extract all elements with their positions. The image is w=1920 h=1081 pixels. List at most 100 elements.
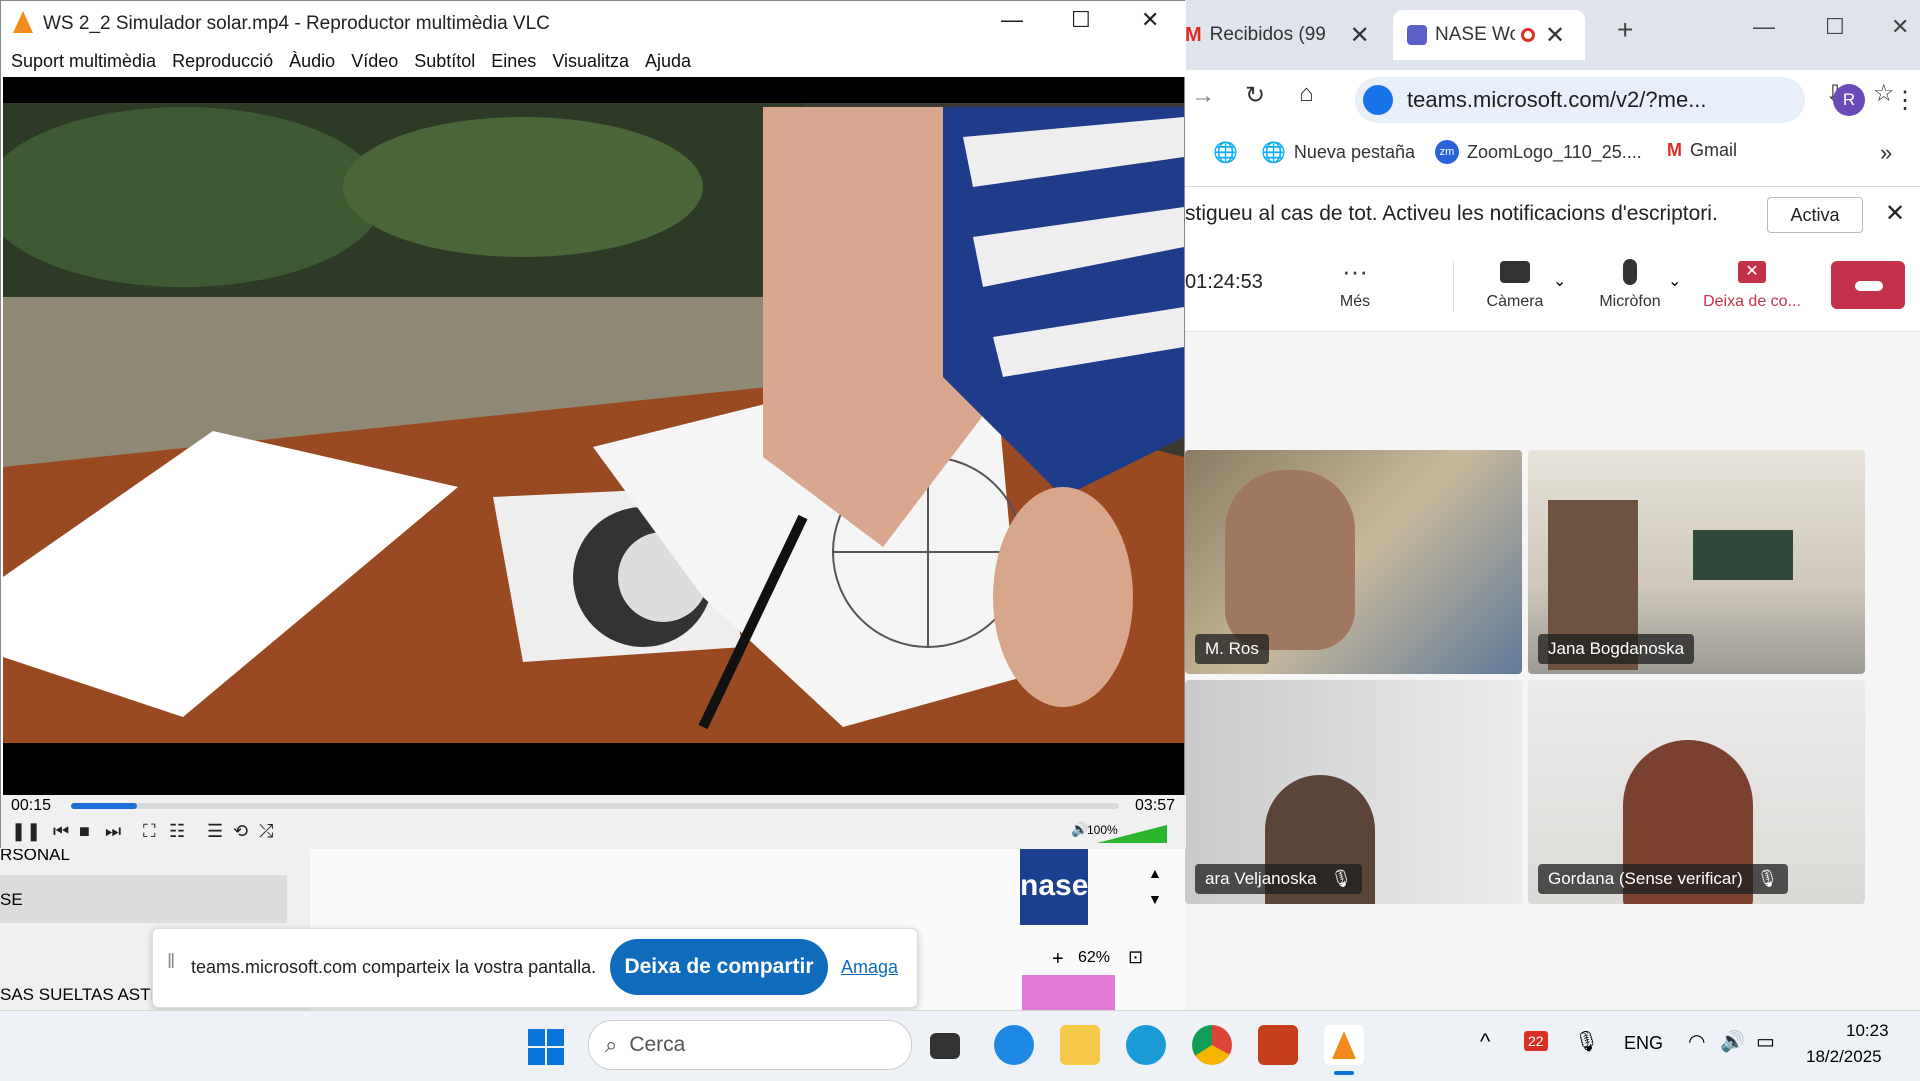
tab-gmail[interactable]: M Recibidos (99 ✕ bbox=[1185, 10, 1380, 60]
maximize-icon[interactable]: ☐ bbox=[1825, 14, 1845, 40]
bookmarks-overflow-icon[interactable]: » bbox=[1880, 140, 1892, 166]
more-label: Més bbox=[1339, 293, 1371, 310]
minimize-icon[interactable]: — bbox=[1001, 7, 1023, 33]
bookmark-zoom[interactable]: zm ZoomLogo_110_25.... bbox=[1435, 140, 1642, 164]
shuffle-icon[interactable]: ⤮ bbox=[259, 821, 273, 842]
edge-icon[interactable] bbox=[1126, 1025, 1166, 1065]
chevron-down-icon[interactable]: ⌄ bbox=[1553, 271, 1566, 291]
volume-icon[interactable]: 🔊 bbox=[1071, 821, 1088, 838]
recording-icon bbox=[1521, 28, 1535, 42]
taskbar-search[interactable]: ⌕ Cerca bbox=[588, 1020, 912, 1070]
drag-handle-icon[interactable]: ‖ bbox=[167, 951, 175, 974]
pause-icon[interactable]: ❚❚ bbox=[11, 821, 41, 842]
hide-link[interactable]: Amaga bbox=[841, 957, 898, 978]
notification-text: stigueu al cas de tot. Activeu les notif… bbox=[1185, 202, 1718, 225]
menu-tools[interactable]: Eines bbox=[491, 51, 536, 72]
tab-teams[interactable]: NASE Wo ✕ bbox=[1393, 10, 1585, 60]
playlist-icon[interactable]: ☰ bbox=[207, 821, 223, 842]
microphone-button[interactable]: Micròfon bbox=[1585, 259, 1675, 311]
menu-subtitle[interactable]: Subtítol bbox=[414, 51, 475, 72]
participant-tile[interactable]: Jana Bogdanoska bbox=[1528, 450, 1865, 674]
thunderbird-icon[interactable] bbox=[994, 1025, 1034, 1065]
volume-slider[interactable] bbox=[1097, 825, 1167, 843]
previous-icon[interactable]: ⏮ bbox=[53, 821, 69, 842]
plants bbox=[343, 117, 703, 257]
gmail-icon: M bbox=[1667, 140, 1682, 160]
meeting-toolbar: 01:24:53 ··· Més Càmera ⌄ Micròfon ⌄ ✕ D… bbox=[1185, 241, 1920, 332]
show-hidden-icons-icon[interactable]: ^ bbox=[1480, 1029, 1490, 1055]
wifi-icon[interactable]: ◠ bbox=[1688, 1029, 1705, 1054]
stop-sharing-button[interactable]: Deixa de compartir bbox=[610, 939, 828, 995]
bookmark-gmail[interactable]: M Gmail bbox=[1667, 140, 1737, 161]
leave-call-button[interactable] bbox=[1831, 261, 1905, 309]
close-banner-icon[interactable]: ✕ bbox=[1885, 199, 1905, 228]
profile-avatar[interactable]: R bbox=[1833, 84, 1865, 116]
menu-media[interactable]: Suport multimèdia bbox=[11, 51, 156, 72]
microphone-icon bbox=[1623, 259, 1637, 285]
tab-strip: M Recibidos (99 ✕ NASE Wo ✕ + — ☐ ✕ bbox=[1185, 0, 1920, 70]
panel-item-selected[interactable]: SE bbox=[0, 875, 287, 923]
globe-icon[interactable]: 🌐 bbox=[1213, 140, 1238, 165]
forward-icon[interactable]: → bbox=[1191, 82, 1215, 110]
bookmarks-bar: 🌐 🌐 Nueva pestaña zm ZoomLogo_110_25....… bbox=[1185, 128, 1920, 178]
menu-playback[interactable]: Reproducció bbox=[172, 51, 273, 72]
vlc-titlebar[interactable]: WS 2_2 Simulador solar.mp4 - Reproductor… bbox=[1, 1, 1186, 45]
tab-title: Recibidos (99 bbox=[1209, 24, 1326, 45]
fullscreen-icon[interactable]: ⛶ bbox=[143, 821, 156, 842]
reload-icon[interactable]: ↻ bbox=[1245, 81, 1265, 110]
windows-start-icon[interactable] bbox=[528, 1029, 564, 1065]
next-icon[interactable]: ⏭ bbox=[105, 821, 121, 842]
zoom-in-icon[interactable]: + bbox=[1052, 948, 1064, 971]
vlc-taskbar-icon[interactable] bbox=[1324, 1025, 1364, 1065]
camera-button[interactable]: Càmera bbox=[1475, 259, 1555, 311]
participant-name: Gordana (Sense verificar) 🎙 bbox=[1538, 864, 1789, 894]
stop-share-label: Deixa de co... bbox=[1703, 293, 1801, 310]
chrome-icon[interactable] bbox=[1192, 1025, 1232, 1065]
menu-video[interactable]: Vídeo bbox=[351, 51, 398, 72]
bookmark-star-icon[interactable]: ☆ bbox=[1873, 79, 1895, 108]
vlc-controls: 00:15 03:57 ❚❚ ⏮ ■ ⏭ ⛶ ☷ ☰ ⟲ ⤮ 🔊 100% bbox=[1, 795, 1186, 849]
maximize-icon[interactable]: ☐ bbox=[1071, 7, 1091, 33]
participant-tile[interactable]: M. Ros bbox=[1185, 450, 1522, 674]
close-window-icon[interactable]: ✕ bbox=[1141, 7, 1159, 33]
extended-settings-icon[interactable]: ☷ bbox=[169, 821, 185, 842]
scroll-down-icon[interactable]: ▼ bbox=[1148, 891, 1162, 907]
participant-name: ara Veljanoska 🎙 bbox=[1195, 864, 1363, 894]
powerpoint-icon[interactable] bbox=[1258, 1025, 1298, 1065]
calendar-icon[interactable]: 22 bbox=[1524, 1031, 1548, 1051]
bookmark-new-tab[interactable]: 🌐 Nueva pestaña bbox=[1261, 140, 1415, 165]
language-indicator[interactable]: ENG bbox=[1624, 1033, 1663, 1054]
zoom-level: 62% bbox=[1078, 949, 1111, 966]
close-tab-icon[interactable]: ✕ bbox=[1350, 21, 1370, 50]
close-tab-icon[interactable]: ✕ bbox=[1545, 21, 1565, 50]
file-explorer-icon[interactable] bbox=[1060, 1025, 1100, 1065]
seek-bar[interactable] bbox=[71, 803, 1119, 809]
stop-icon[interactable]: ■ bbox=[79, 821, 90, 842]
activate-notifications-button[interactable]: Activa bbox=[1767, 197, 1863, 233]
scroll-up-icon[interactable]: ▲ bbox=[1148, 865, 1162, 881]
loop-icon[interactable]: ⟲ bbox=[233, 821, 248, 842]
close-window-icon[interactable]: ✕ bbox=[1891, 14, 1909, 40]
speaker-icon[interactable]: 🔊 bbox=[1720, 1029, 1745, 1054]
video-surface[interactable] bbox=[3, 77, 1184, 795]
clock-time[interactable]: 10:23 bbox=[1846, 1021, 1889, 1041]
stop-sharing-toolbar-button[interactable]: ✕ Deixa de co... bbox=[1697, 259, 1807, 311]
microphone-in-use-icon[interactable]: 🎙 bbox=[1574, 1029, 1599, 1054]
home-icon[interactable]: ⌂ bbox=[1299, 80, 1314, 108]
more-button[interactable]: ··· Més bbox=[1315, 258, 1395, 311]
task-view-icon[interactable] bbox=[930, 1033, 960, 1059]
menu-view[interactable]: Visualitza bbox=[552, 51, 629, 72]
minimize-icon[interactable]: — bbox=[1753, 14, 1775, 40]
chevron-down-icon[interactable]: ⌄ bbox=[1668, 271, 1681, 291]
clock-date[interactable]: 18/2/2025 bbox=[1806, 1047, 1882, 1067]
new-tab-icon[interactable]: + bbox=[1617, 14, 1633, 46]
menu-help[interactable]: Ajuda bbox=[645, 51, 691, 72]
participant-tile[interactable]: Gordana (Sense verificar) 🎙 bbox=[1528, 680, 1865, 904]
menu-audio[interactable]: Àudio bbox=[289, 51, 335, 72]
address-bar[interactable]: teams.microsoft.com/v2/?me... bbox=[1355, 77, 1805, 123]
participant-tile[interactable]: ara Veljanoska 🎙 bbox=[1185, 680, 1522, 904]
tab-title: NASE Wo bbox=[1435, 24, 1515, 45]
fit-page-icon[interactable]: ⊡ bbox=[1128, 947, 1143, 968]
chrome-menu-icon[interactable]: ⋮ bbox=[1893, 86, 1917, 115]
battery-icon[interactable]: ▭ bbox=[1756, 1029, 1775, 1054]
